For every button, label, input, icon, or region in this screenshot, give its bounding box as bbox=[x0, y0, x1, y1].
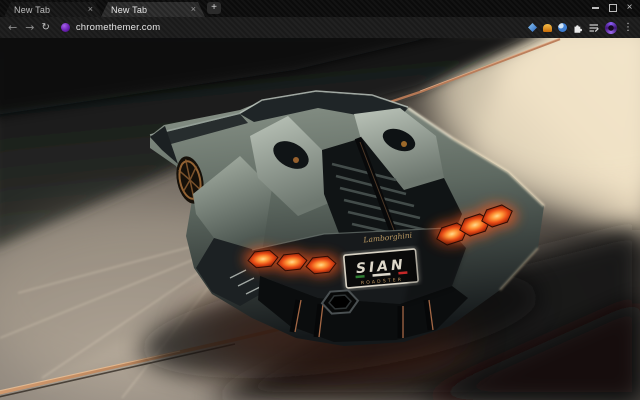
extension-globe-icon[interactable] bbox=[558, 23, 567, 32]
tab-label: New Tab bbox=[14, 4, 51, 15]
tab-new-tab-2[interactable]: New Tab × bbox=[101, 2, 205, 17]
reload-icon[interactable]: ↻ bbox=[41, 22, 49, 33]
profile-avatar-icon[interactable] bbox=[605, 21, 617, 34]
extension-orange-icon[interactable] bbox=[543, 23, 552, 32]
toolbar-right-icons: ⋮ bbox=[528, 21, 633, 34]
tab-close-icon[interactable]: × bbox=[191, 5, 205, 14]
extension-blue-icon[interactable] bbox=[528, 23, 537, 32]
toolbar: ← → ↻ chromethemer.com ⋮ bbox=[0, 17, 640, 39]
tab-close-icon[interactable]: × bbox=[88, 5, 102, 14]
back-icon[interactable]: ← bbox=[8, 22, 17, 33]
wallpaper-lamborghini-sian: Lamborghini SIAN ROADSTER bbox=[0, 38, 640, 400]
maximize-icon bbox=[608, 3, 617, 12]
address-bar-url[interactable]: chromethemer.com bbox=[76, 22, 161, 33]
tab-new-tab-1[interactable]: New Tab × bbox=[4, 2, 102, 17]
site-favicon bbox=[60, 23, 70, 32]
maximize-button[interactable] bbox=[604, 1, 621, 14]
reading-list-icon[interactable] bbox=[589, 23, 599, 33]
minimize-icon bbox=[592, 6, 599, 9]
tab-strip: New Tab × New Tab × + × bbox=[0, 0, 640, 17]
new-tab-button[interactable]: + bbox=[207, 2, 221, 14]
menu-kebab-icon[interactable]: ⋮ bbox=[623, 22, 633, 33]
browser-window: New Tab × New Tab × + × ← → ↻ chromethem… bbox=[0, 0, 640, 400]
forward-icon[interactable]: → bbox=[25, 22, 34, 33]
license-plate: SIAN ROADSTER bbox=[342, 247, 420, 290]
extensions-puzzle-icon[interactable] bbox=[573, 23, 583, 33]
window-controls: × bbox=[587, 1, 638, 14]
minimize-button[interactable] bbox=[587, 1, 604, 14]
new-tab-page: Lamborghini SIAN ROADSTER bbox=[0, 38, 640, 400]
tab-label: New Tab bbox=[111, 4, 148, 15]
close-button[interactable]: × bbox=[621, 1, 638, 14]
